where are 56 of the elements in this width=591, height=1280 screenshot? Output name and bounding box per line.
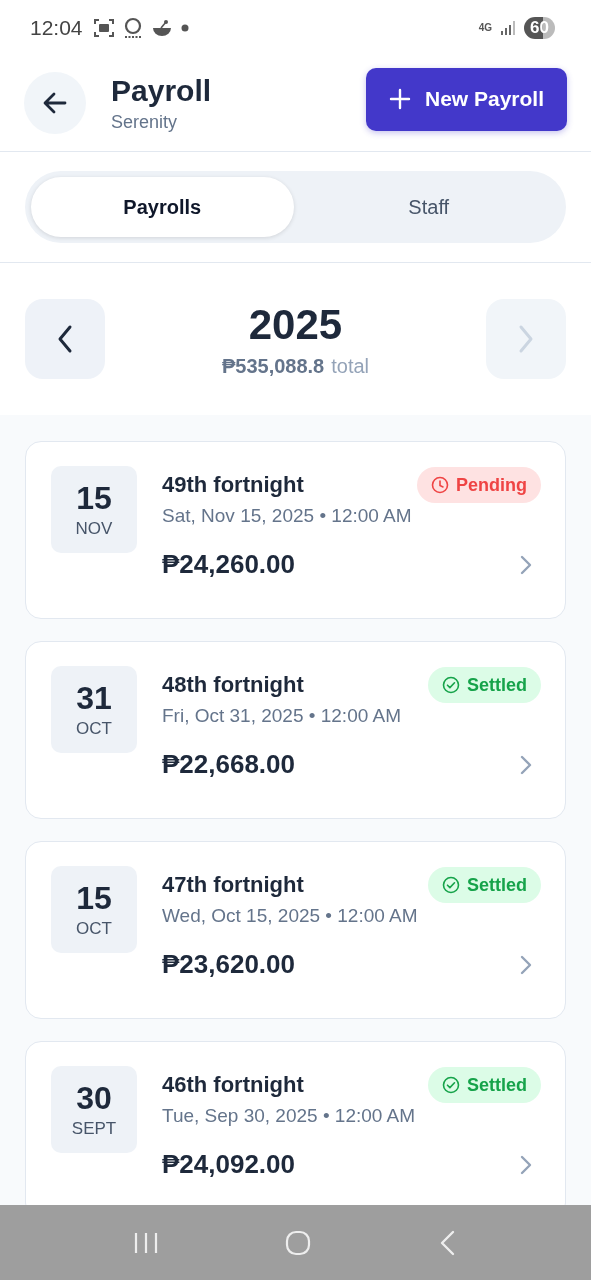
- chevron-right-icon: [519, 1153, 533, 1176]
- plus-icon: [388, 88, 411, 110]
- payroll-card[interactable]: 15 OCT 47th fortnight Settled Wed, Oct 15, 2025 • 12:00 AM ₱23,620.00: [25, 841, 566, 1019]
- check-circle-icon: [442, 1076, 460, 1094]
- payroll-title: 49th fortnight: [162, 472, 304, 498]
- tab[interactable]: Payrolls: [31, 177, 294, 237]
- chevron-right-icon: [517, 324, 535, 354]
- payroll-date: Tue, Sep 30, 2025 • 12:00 AM: [162, 1105, 417, 1127]
- clock-icon: [431, 476, 449, 494]
- check-circle-icon: [442, 876, 460, 894]
- chevron-right-icon: [519, 753, 533, 776]
- page-subtitle: Serenity: [111, 111, 179, 133]
- check-circle-icon: [442, 676, 460, 694]
- date-month: SEPT: [71, 1119, 117, 1139]
- payroll-amount: ₱23,620.00: [162, 949, 295, 980]
- screenshot-icon: [92, 17, 115, 38]
- status-badge: Settled: [428, 867, 541, 903]
- total-label: total: [331, 354, 370, 378]
- payroll-card[interactable]: 30 SEPT 46th fortnight Settled Tue, Sep 30, 2025 • 12:00 AM ₱24,092.00: [25, 1041, 566, 1205]
- signal-icon: [500, 19, 517, 36]
- payroll-date: Wed, Oct 15, 2025 • 12:00 AM: [162, 905, 419, 927]
- date-day: 15: [76, 880, 112, 917]
- status-badge: Settled: [428, 667, 541, 703]
- network-label: 4G: [478, 22, 493, 33]
- dot-icon: [180, 23, 189, 32]
- payroll-title: 47th fortnight: [162, 872, 304, 898]
- date-day: 15: [76, 480, 112, 517]
- date-month: OCT: [76, 719, 112, 739]
- recent-apps-icon[interactable]: [133, 1230, 160, 1255]
- chevron-right-icon: [519, 553, 533, 576]
- payroll-card[interactable]: 15 NOV 49th fortnight Pending Sat, Nov 15, 2025 • 12:00 AM ₱24,260.00: [25, 441, 566, 619]
- chevron-right-icon: [519, 953, 533, 976]
- previous-year-button[interactable]: [25, 299, 105, 379]
- date-month: OCT: [76, 919, 112, 939]
- payroll-title: 46th fortnight: [162, 1072, 304, 1098]
- tab[interactable]: Staff: [297, 177, 560, 237]
- total-amount: ₱535,088.8: [221, 354, 325, 378]
- payroll-amount: ₱22,668.00: [162, 749, 295, 780]
- new-payroll-button[interactable]: New Payroll: [366, 67, 567, 131]
- status-badge: Settled: [428, 1067, 541, 1103]
- payroll-card[interactable]: 31 OCT 48th fortnight Settled Fri, Oct 31, 2025 • 12:00 AM ₱22,668.00: [25, 641, 566, 819]
- payroll-date: Sat, Nov 15, 2025 • 12:00 AM: [162, 505, 413, 527]
- bowl-icon: [150, 17, 173, 38]
- clock-time: 12:04: [30, 15, 83, 40]
- payroll-amount: ₱24,260.00: [162, 549, 295, 580]
- payroll-amount: ₱24,092.00: [162, 1149, 295, 1180]
- date-month: NOV: [75, 519, 113, 539]
- status-badge: Pending: [417, 467, 541, 503]
- page-title: Payroll: [111, 73, 213, 108]
- date-day: 30: [76, 1080, 112, 1117]
- payroll-date: Fri, Oct 31, 2025 • 12:00 AM: [162, 705, 402, 727]
- date-day: 31: [76, 680, 112, 717]
- year-label: 2025: [248, 300, 343, 349]
- home-icon[interactable]: [285, 1229, 312, 1256]
- payroll-title: 48th fortnight: [162, 672, 304, 698]
- chevron-left-icon: [56, 324, 74, 354]
